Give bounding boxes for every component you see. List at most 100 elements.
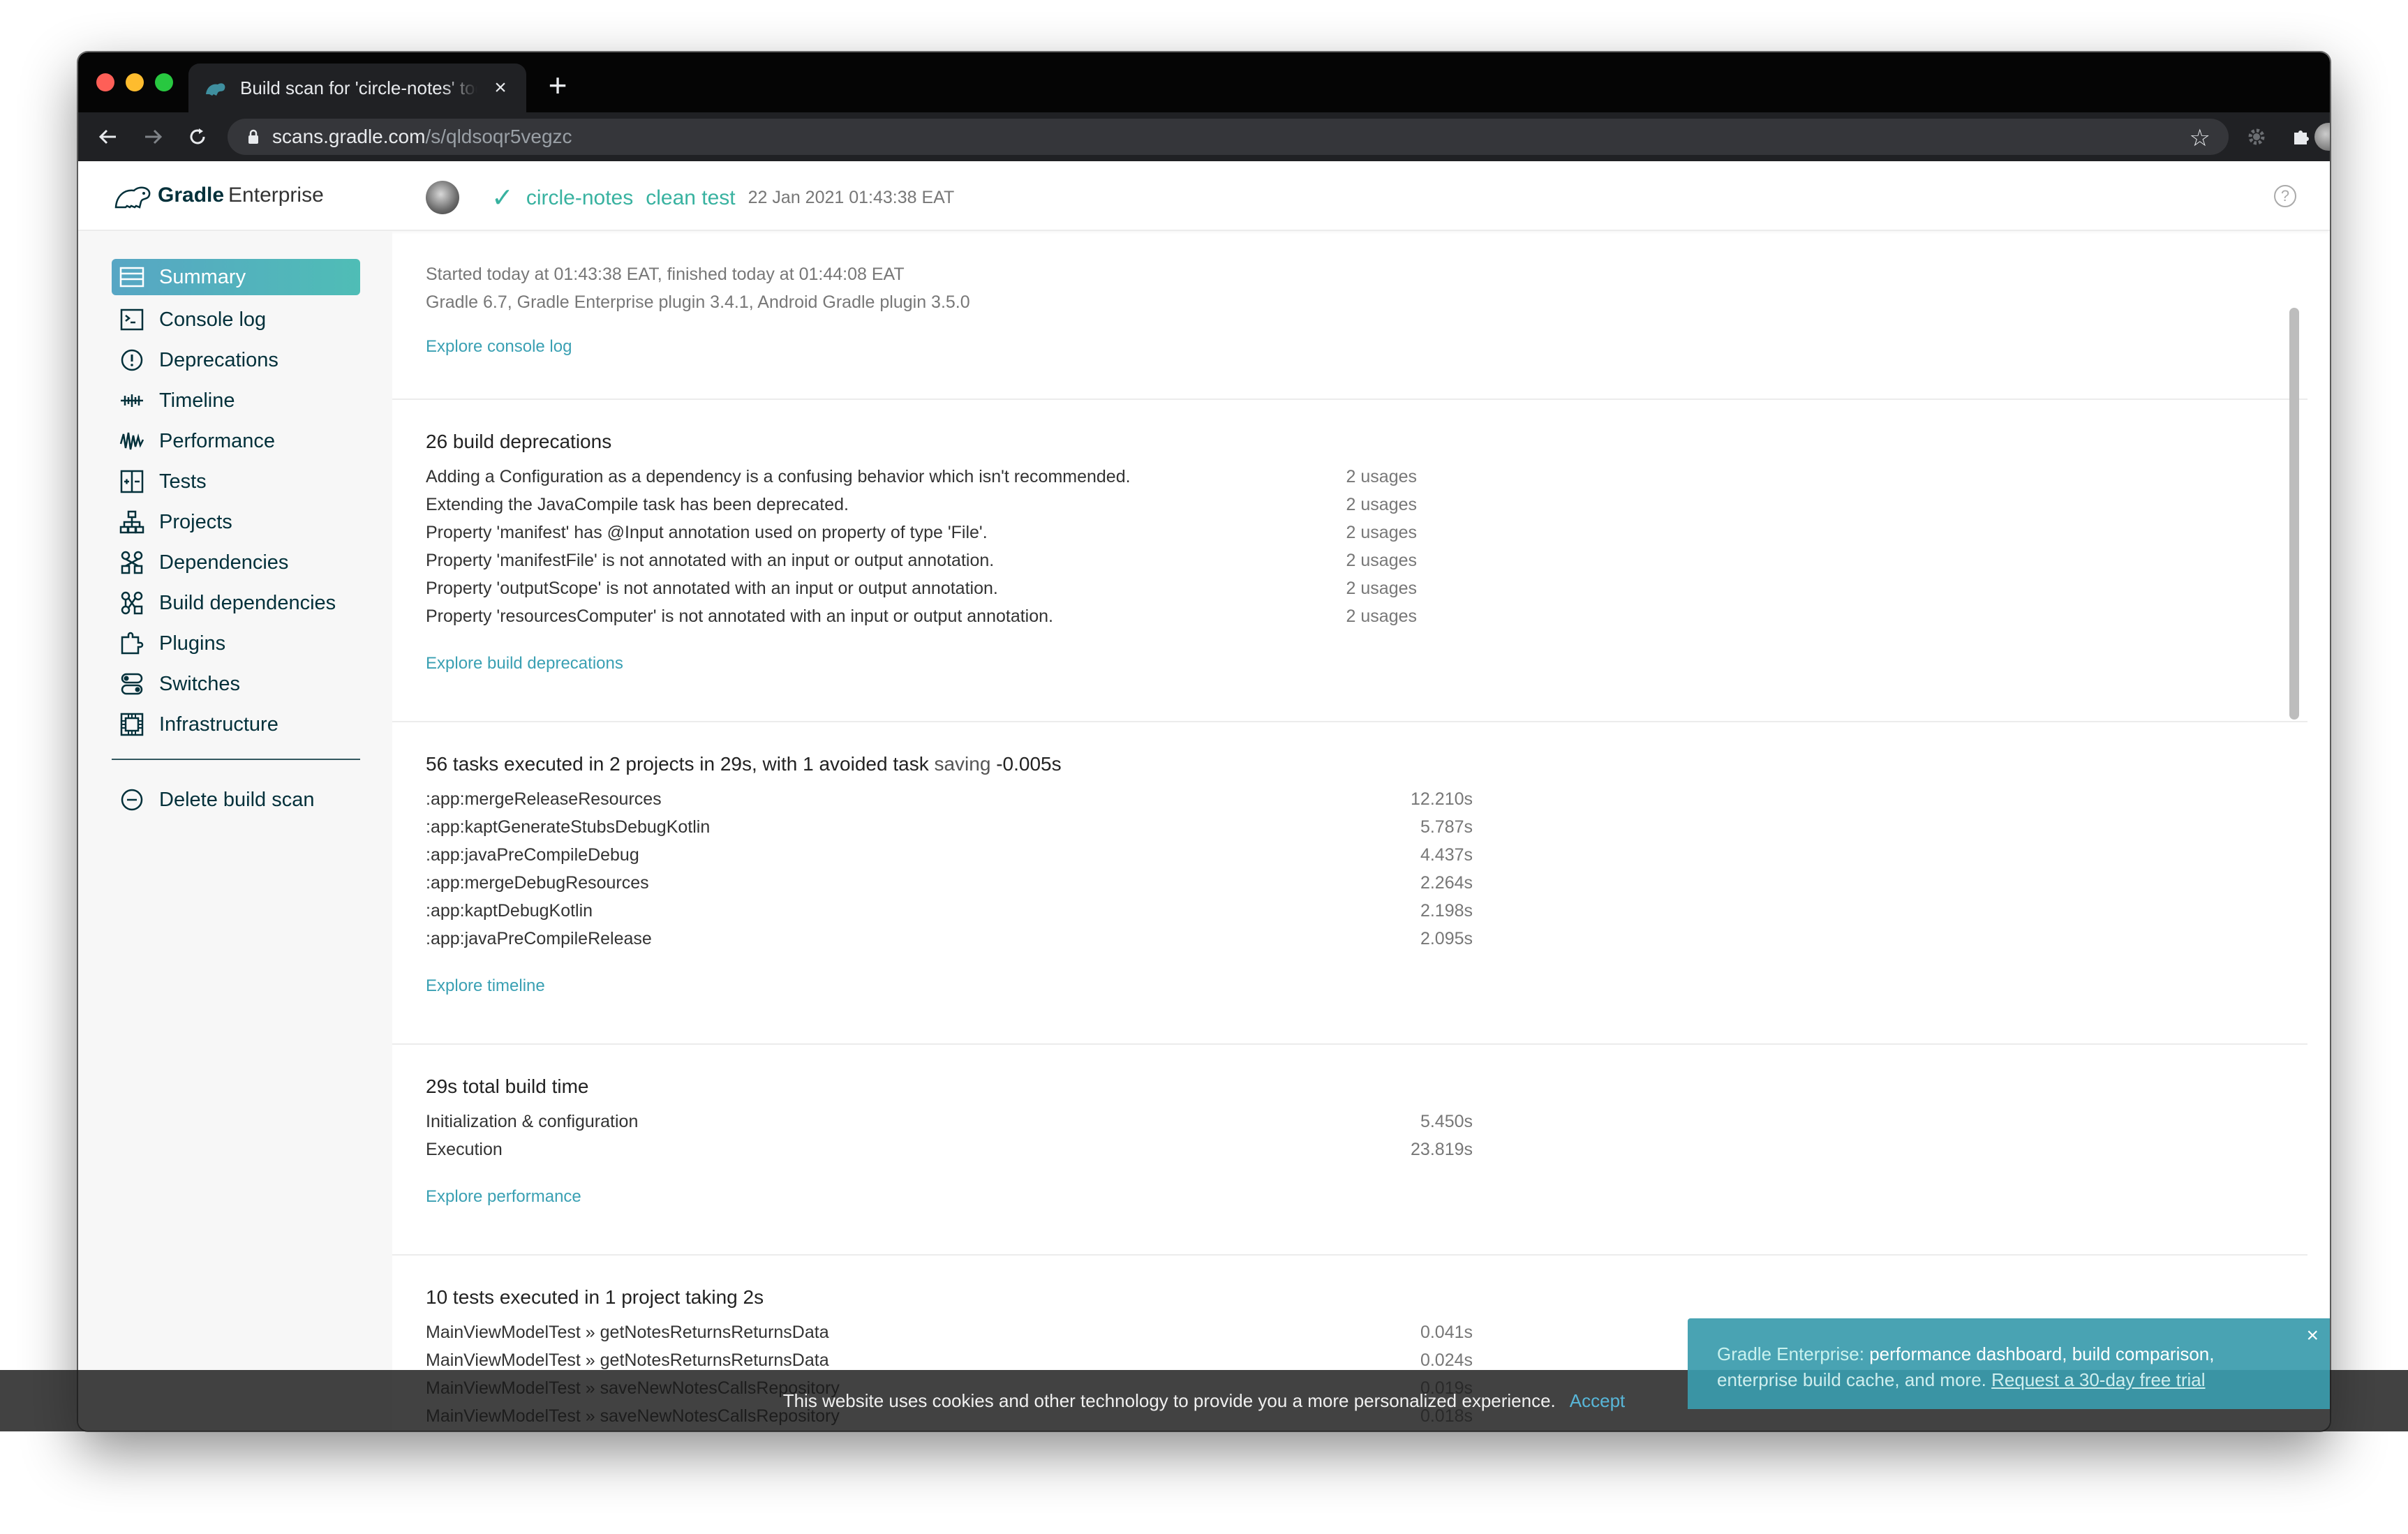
tasks-section: 56 tasks executed in 2 projects in 29s, … (392, 722, 2307, 1045)
close-window-button[interactable] (96, 73, 114, 91)
sidebar-item-switches[interactable]: Switches (112, 664, 360, 704)
list-item: Adding a Configuration as a dependency i… (426, 463, 2274, 491)
promo-close-icon[interactable]: × (2306, 1324, 2319, 1348)
extension-gear-icon[interactable] (2240, 121, 2273, 153)
address-bar[interactable]: scans.gradle.com /s/qldsoqr5vegzc ☆ (228, 119, 2229, 155)
promo-toast: Gradle Enterprise: performance dashboard… (1688, 1318, 2330, 1409)
gradle-enterprise-logo[interactable]: Gradle Enterprise (113, 181, 324, 210)
bookmark-star-icon[interactable]: ☆ (2190, 124, 2210, 152)
sidebar-item-tests[interactable]: Tests (112, 461, 360, 502)
sidebar-item-summary[interactable]: Summary (112, 259, 360, 295)
performance-icon (119, 428, 145, 454)
build-time-heading: 29s total build time (426, 1075, 2274, 1098)
list-item: :app:javaPreCompileDebug 4.437s (426, 841, 2274, 869)
user-avatar[interactable] (426, 181, 459, 214)
request-trial-link[interactable]: Request a 30-day free trial (1991, 1369, 2205, 1390)
main-scrollbar[interactable] (2289, 308, 2299, 720)
reload-button[interactable] (181, 121, 214, 153)
gradle-elephant-icon (114, 186, 151, 209)
build-tasks[interactable]: clean test (646, 186, 735, 210)
list-item: Property 'resourcesComputer' is not anno… (426, 602, 2274, 630)
sidebar-item-infrastructure[interactable]: Infrastructure (112, 704, 360, 745)
list-item-value: 0.024s (1420, 1350, 1473, 1370)
sidebar-divider (112, 759, 360, 760)
extensions-puzzle-icon[interactable] (2285, 121, 2317, 153)
sidebar-item-label: Performance (159, 429, 276, 452)
list-item-label: Adding a Configuration as a dependency i… (426, 466, 1131, 486)
projects-icon (119, 509, 145, 535)
promo-line1-text: performance dashboard, build comparison, (1864, 1343, 2215, 1364)
sidebar-item-deprecations[interactable]: Deprecations (112, 340, 360, 380)
build-title: ✓ circle-notes clean test 22 Jan 2021 01… (491, 182, 954, 214)
tab-close-icon[interactable]: × (490, 76, 511, 100)
build-versions-info: Gradle 6.7, Gradle Enterprise plugin 3.4… (426, 292, 970, 312)
cookie-text: This website uses cookies and other tech… (782, 1390, 1556, 1411)
tab-title: Build scan for 'circle-notes' today at 0… (240, 77, 477, 98)
list-item-value: 2 usages (1346, 578, 1417, 598)
tasks-heading-avoided: 1 avoided task (803, 753, 929, 775)
tasks-heading-text: , with (751, 753, 803, 775)
sidebar-item-build-dependencies[interactable]: Build dependencies (112, 583, 360, 623)
switches-icon (119, 671, 145, 697)
tasks-list: :app:mergeReleaseResources 12.210s:app:ka… (426, 785, 2274, 953)
sidebar-item-label: Console log (159, 308, 267, 331)
gradle-app: Gradle Enterprise ✓ circle-notes clean t… (78, 161, 2330, 1431)
sidebar-item-label: Switches (159, 672, 241, 695)
infrastructure-icon (119, 711, 145, 738)
delete-build-scan-button[interactable]: Delete build scan (112, 780, 360, 820)
sidebar-item-console-log[interactable]: Console log (112, 299, 360, 340)
sidebar-item-label: Build dependencies (159, 591, 336, 614)
list-item: Initialization & configuration 5.450s (426, 1108, 2274, 1135)
build-project-name[interactable]: circle-notes (526, 186, 633, 210)
sidebar-item-plugins[interactable]: Plugins (112, 623, 360, 664)
tests-heading-duration: 2s (743, 1286, 764, 1308)
list-item-value: 23.819s (1411, 1139, 1473, 1159)
list-item-value: 5.787s (1420, 817, 1473, 837)
list-item: Extending the JavaCompile task has been … (426, 491, 2274, 519)
minimize-window-button[interactable] (126, 73, 144, 91)
profile-avatar[interactable] (2314, 121, 2330, 153)
help-icon[interactable]: ? (2274, 185, 2296, 207)
forward-button[interactable] (137, 121, 169, 153)
list-item-value: 4.437s (1420, 844, 1473, 865)
deprecations-heading: 26 build deprecations (426, 431, 612, 452)
list-item: :app:javaPreCompileRelease 2.095s (426, 925, 2274, 953)
back-button[interactable] (92, 121, 124, 153)
logo-enterprise-text: Enterprise (228, 184, 324, 207)
list-item: Property 'manifest' has @Input annotatio… (426, 519, 2274, 546)
tests-heading-text: taking (680, 1286, 743, 1308)
tests-icon (119, 468, 145, 495)
explore-console-log-link[interactable]: Explore console log (426, 337, 572, 357)
reload-icon (190, 128, 205, 144)
sidebar-item-label: Plugins (159, 632, 226, 655)
new-tab-button[interactable]: + (540, 69, 575, 101)
list-item-label: :app:mergeReleaseResources (426, 789, 662, 809)
profile-avatar-image (2314, 123, 2330, 151)
browser-window: Build scan for 'circle-notes' today at 0… (78, 52, 2330, 1431)
cookie-accept-button[interactable]: Accept (1570, 1390, 1626, 1412)
sidebar-item-performance[interactable]: Performance (112, 421, 360, 461)
sidebar-item-dependencies[interactable]: Dependencies (112, 542, 360, 583)
sidebar-item-projects[interactable]: Projects (112, 502, 360, 542)
tasks-heading: 56 tasks executed in 2 projects in 29s, … (426, 753, 2274, 775)
list-item-value: 2.198s (1420, 900, 1473, 921)
list-item-value: 2 usages (1346, 550, 1417, 570)
list-item: :app:kaptGenerateStubsDebugKotlin 5.787s (426, 813, 2274, 841)
tests-heading-text: in (579, 1286, 605, 1308)
url-domain: scans.gradle.com (272, 126, 426, 147)
sidebar-item-label: Infrastructure (159, 713, 278, 736)
explore-performance-link[interactable]: Explore performance (426, 1187, 581, 1207)
sidebar-item-timeline[interactable]: Timeline (112, 380, 360, 421)
summary-icon (119, 264, 145, 290)
explore-timeline-link[interactable]: Explore timeline (426, 976, 545, 996)
list-item: :app:kaptDebugKotlin 2.198s (426, 897, 2274, 925)
explore-build-deprecations-link[interactable]: Explore build deprecations (426, 654, 623, 673)
promo-brand: Gradle Enterprise: (1717, 1343, 1864, 1364)
list-item-value: 2 usages (1346, 522, 1417, 542)
browser-tab[interactable]: Build scan for 'circle-notes' today at 0… (188, 64, 526, 112)
maximize-window-button[interactable] (155, 73, 173, 91)
deprecations-list: Adding a Configuration as a dependency i… (426, 463, 2274, 630)
summary-section: Started today at 01:43:38 EAT, finished … (392, 231, 2307, 400)
promo-line1: Gradle Enterprise: performance dashboard… (1717, 1343, 2301, 1365)
sidebar-item-label: Summary (159, 265, 246, 288)
